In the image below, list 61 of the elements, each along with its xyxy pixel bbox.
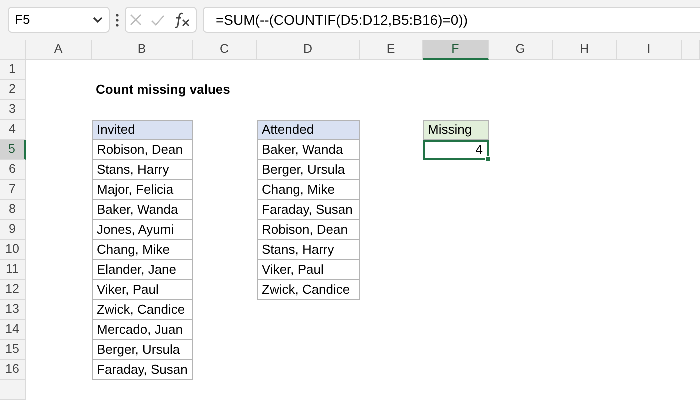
function-icon[interactable] [174, 12, 192, 28]
table-cell: Chang, Mike [257, 180, 360, 200]
column-header[interactable] [682, 40, 700, 60]
table-cell: Jones, Ayumi [92, 220, 193, 240]
row-header[interactable]: 9 [0, 220, 26, 240]
column-header[interactable]: A [26, 40, 92, 60]
table-cell: Berger, Ursula [257, 160, 360, 180]
name-box[interactable]: F5 [8, 7, 110, 33]
table-cell: Baker, Wanda [257, 140, 360, 160]
row-header[interactable]: 10 [0, 240, 26, 260]
cancel-icon[interactable] [130, 14, 142, 26]
column-header[interactable]: D [257, 40, 360, 60]
row-header[interactable]: 11 [0, 260, 26, 280]
row-header[interactable]: 15 [0, 340, 26, 360]
row-header[interactable]: 3 [0, 100, 26, 120]
column-header[interactable]: B [92, 40, 193, 60]
table-cell: Faraday, Susan [257, 200, 360, 220]
table-header: Attended [257, 120, 360, 140]
row-header[interactable]: 14 [0, 320, 26, 340]
table-cell: Baker, Wanda [92, 200, 193, 220]
table-cell: Major, Felicia [92, 180, 193, 200]
row-header[interactable]: 6 [0, 160, 26, 180]
row-header[interactable]: 13 [0, 300, 26, 320]
table-cell: Faraday, Susan [92, 360, 193, 380]
row-header[interactable]: 7 [0, 180, 26, 200]
table-cell: Berger, Ursula [92, 340, 193, 360]
row-header[interactable]: 2 [0, 80, 26, 100]
cell-reference: F5 [15, 11, 30, 30]
table-cell: Mercado, Juan [92, 320, 193, 340]
table-cell: Viker, Paul [92, 280, 193, 300]
table-cell: Zwick, Candice [92, 300, 193, 320]
select-all-button[interactable] [0, 40, 26, 60]
table-cell: Robison, Dean [92, 140, 193, 160]
table-cell: Stans, Harry [92, 160, 193, 180]
table-header: Invited [92, 120, 193, 140]
table-cell: Stans, Harry [257, 240, 360, 260]
column-header[interactable]: F [423, 40, 489, 60]
table-cell: Viker, Paul [257, 260, 360, 280]
sheet-title: Count missing values [95, 81, 232, 100]
table-cell: Robison, Dean [257, 220, 360, 240]
table-cell: Chang, Mike [92, 240, 193, 260]
row-header[interactable]: 16 [0, 360, 26, 380]
row-header[interactable]: 4 [0, 120, 26, 140]
table-cell: Elander, Jane [92, 260, 193, 280]
checkmark-icon[interactable] [150, 14, 165, 26]
more-icon[interactable] [116, 14, 119, 26]
column-header[interactable]: H [553, 40, 617, 60]
column-header[interactable]: C [193, 40, 257, 60]
column-header[interactable]: E [360, 40, 423, 60]
table-cell: Zwick, Candice [257, 280, 360, 300]
row-header[interactable] [0, 380, 26, 400]
result-cell[interactable]: 4 [423, 140, 489, 160]
column-header[interactable]: G [489, 40, 553, 60]
dropdown-icon[interactable] [93, 17, 103, 23]
row-header[interactable]: 12 [0, 280, 26, 300]
row-header[interactable]: 8 [0, 200, 26, 220]
table-header: Missing [423, 120, 489, 140]
row-header[interactable]: 5 [0, 140, 26, 160]
column-header[interactable]: I [617, 40, 682, 60]
row-header[interactable]: 1 [0, 60, 26, 80]
formula-field[interactable]: =SUM(--(COUNTIF(D5:D12,B5:B16)=0)) [203, 7, 700, 33]
